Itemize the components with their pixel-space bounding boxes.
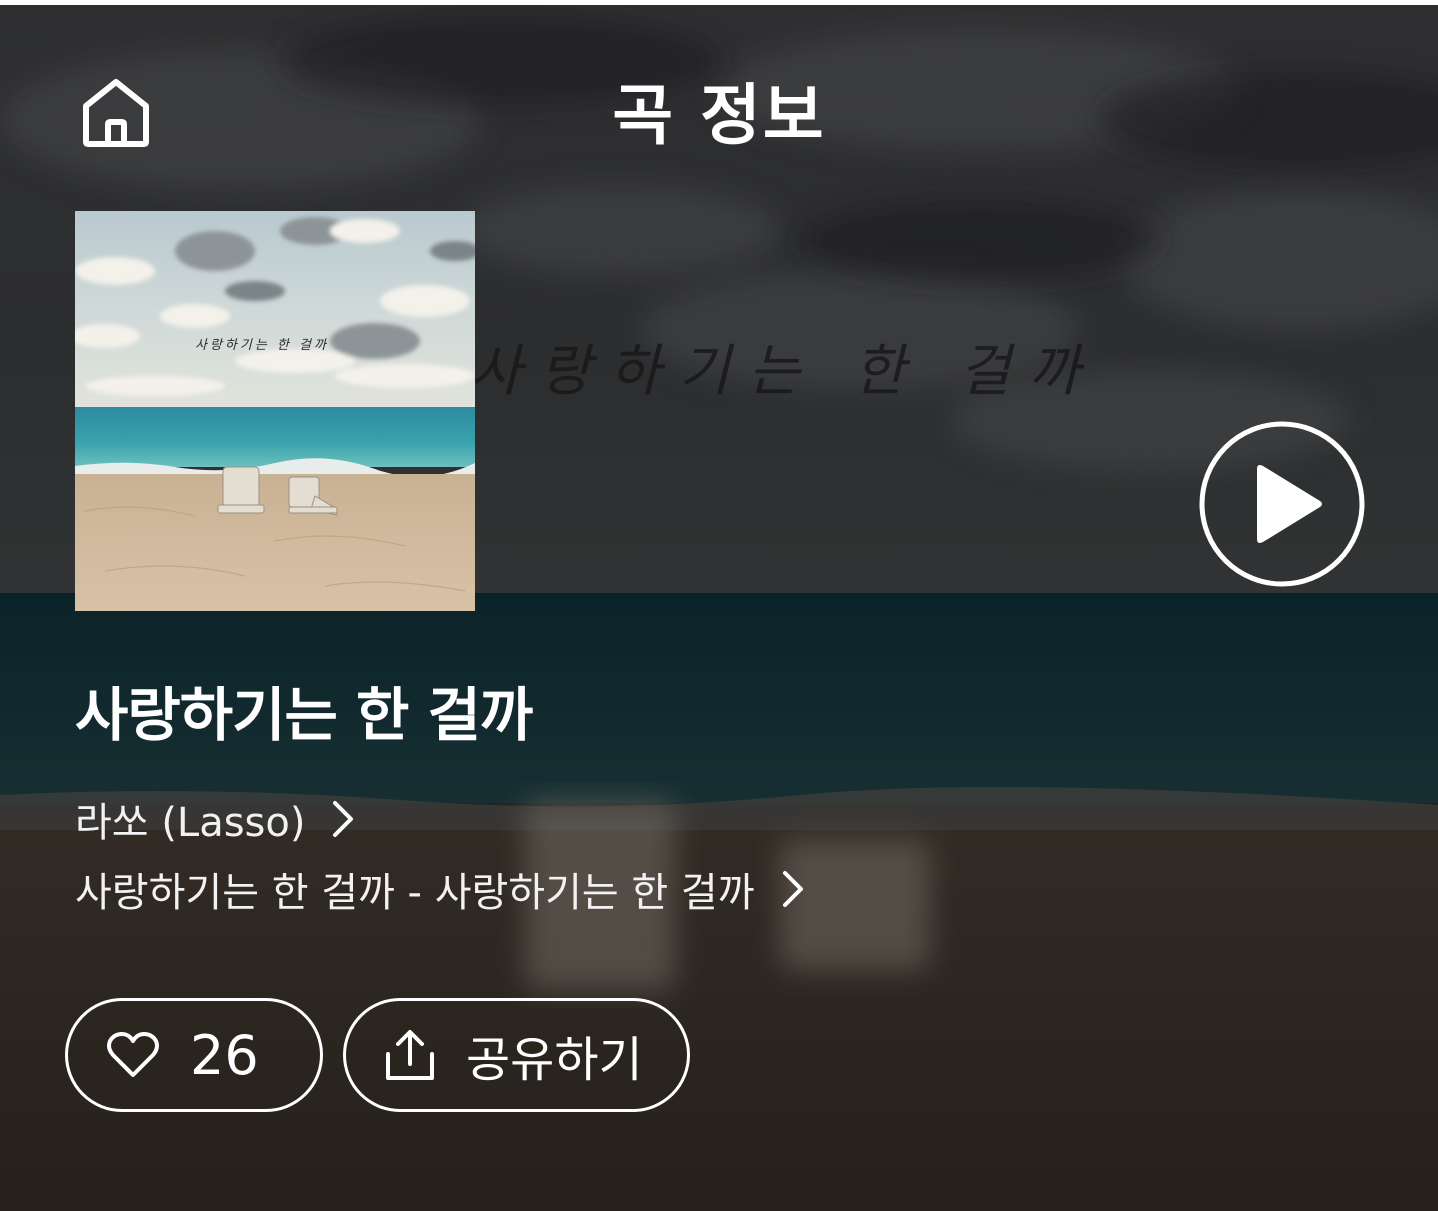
share-icon xyxy=(386,1030,434,1080)
page-title: 곡 정보 xyxy=(612,77,826,154)
play-icon xyxy=(1199,421,1365,587)
artist-name: 라쏘 (Lasso) xyxy=(75,800,306,846)
share-label: 공유하기 xyxy=(466,1032,643,1088)
share-button[interactable]: 공유하기 xyxy=(343,998,690,1112)
chevron-right-icon xyxy=(782,871,803,907)
album-cover-text: 사랑하기는 한 걸까 xyxy=(195,338,329,353)
artist-link[interactable]: 라쏘 (Lasso) xyxy=(75,790,357,848)
album-name: 사랑하기는 한 걸까 - 사랑하기는 한 걸까 xyxy=(75,870,755,916)
heart-icon xyxy=(107,1032,159,1077)
album-cover[interactable]: 사랑하기는 한 걸까 xyxy=(75,211,475,611)
album-link[interactable]: 사랑하기는 한 걸까 - 사랑하기는 한 걸까 xyxy=(75,860,807,918)
song-title: 사랑하기는 한 걸까 xyxy=(75,681,533,749)
play-button[interactable] xyxy=(1199,421,1365,587)
chevron-right-icon xyxy=(333,801,354,837)
top-divider xyxy=(0,0,1438,5)
like-count: 26 xyxy=(190,1023,259,1087)
like-button[interactable]: 26 xyxy=(65,998,323,1112)
